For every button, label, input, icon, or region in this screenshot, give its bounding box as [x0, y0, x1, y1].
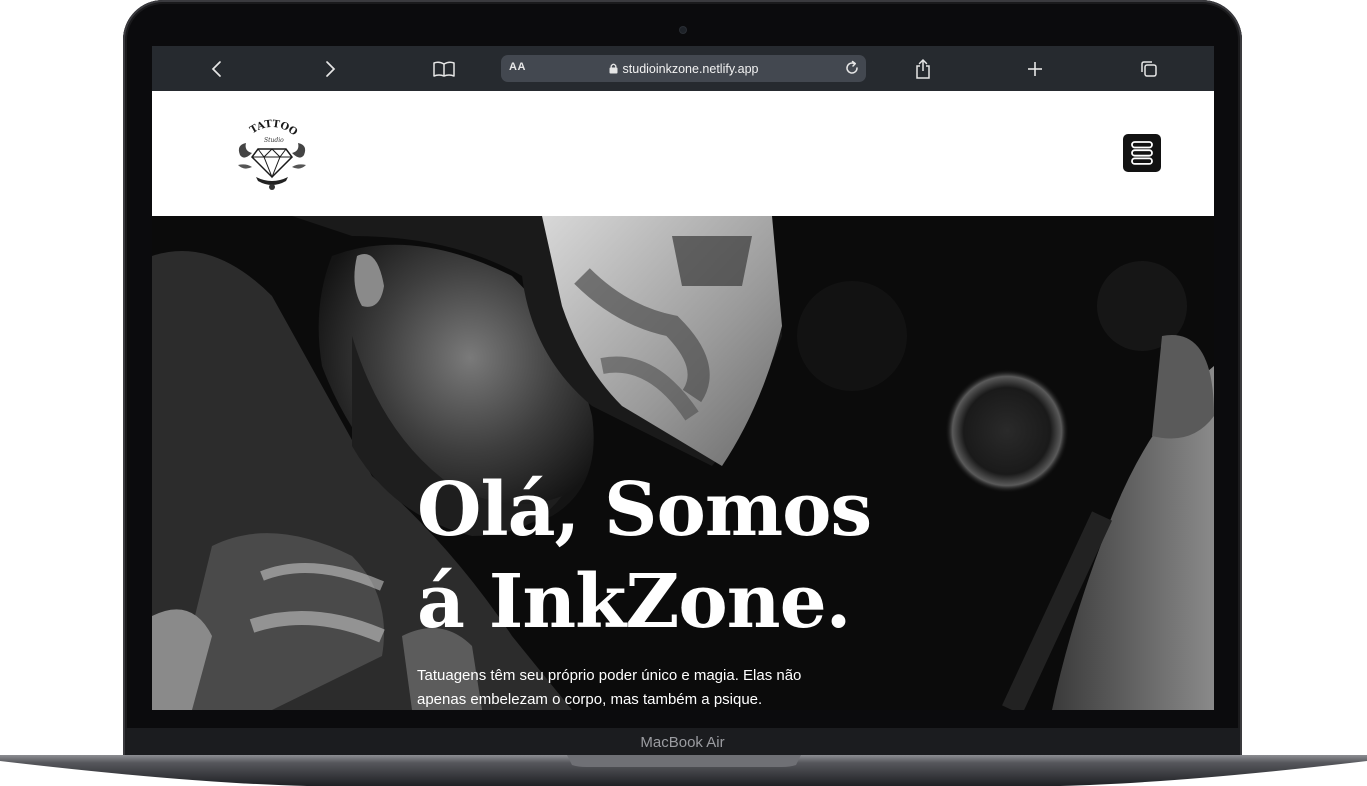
tabs-icon — [1141, 60, 1157, 77]
chevron-right-icon — [326, 60, 336, 77]
camera-icon — [680, 27, 686, 33]
menu-button[interactable] — [1123, 134, 1161, 172]
hero-description: Tatuagens têm seu próprio poder único e … — [417, 667, 802, 708]
svg-text:TATTOO: TATTOO — [248, 119, 299, 139]
back-button[interactable] — [197, 46, 237, 91]
share-button[interactable] — [903, 46, 943, 91]
site-logo[interactable]: TATTOO Studio — [234, 115, 314, 198]
lock-icon — [609, 63, 618, 74]
laptop-base — [0, 753, 1367, 786]
browser-toolbar: AA studioinkzone.netlify.app — [152, 46, 1214, 91]
device-label: MacBook Air — [640, 734, 725, 751]
bookmarks-button[interactable] — [424, 46, 464, 91]
diamond-logo-icon: TATTOO Studio — [238, 119, 306, 190]
url-text: studioinkzone.netlify.app — [622, 61, 759, 76]
address-bar[interactable]: AA studioinkzone.netlify.app — [501, 55, 866, 82]
logo-script: Studio — [264, 137, 284, 144]
menu-icon — [1131, 141, 1153, 165]
new-tab-button[interactable] — [1015, 46, 1055, 91]
plus-icon — [1028, 61, 1042, 76]
forward-button[interactable] — [310, 46, 350, 91]
reload-icon[interactable] — [843, 59, 861, 77]
chevron-left-icon — [211, 60, 221, 77]
screen: AA studioinkzone.netlify.app TATTOO Stud… — [152, 46, 1214, 710]
hero-title-line-2: á InkZone. — [417, 559, 851, 645]
book-icon — [433, 60, 455, 77]
share-icon — [916, 58, 930, 79]
hero-title-line-1: Olá, Somos — [417, 467, 872, 553]
logo-word: TATTOO — [248, 119, 299, 139]
site-header: TATTOO Studio — [152, 91, 1214, 216]
hero-section: Olá, Somos á InkZone. Tatuagens têm seu … — [152, 216, 1214, 710]
tabs-button[interactable] — [1129, 46, 1169, 91]
hero-title: Olá, Somos á InkZone. — [417, 464, 872, 648]
